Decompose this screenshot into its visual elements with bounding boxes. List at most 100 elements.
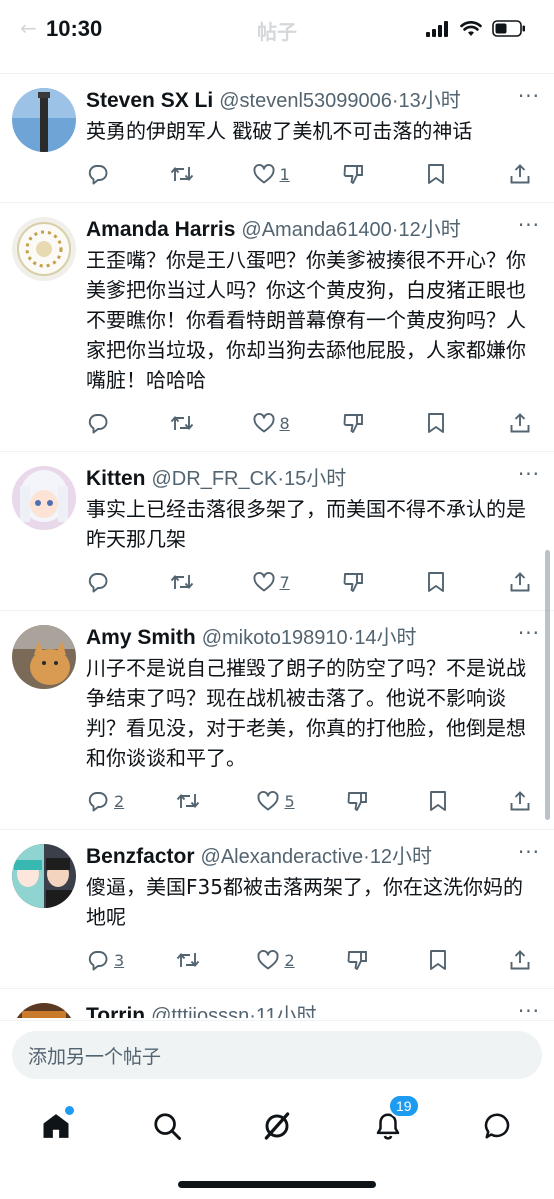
post-time[interactable]: 13小时 [399, 90, 461, 112]
bottom-nav: 19 [0, 1090, 554, 1199]
reply-button[interactable] [86, 411, 116, 435]
post-time[interactable]: 14小时 [354, 627, 416, 649]
post-time[interactable]: 11小时 [256, 1005, 317, 1018]
repost-icon [177, 794, 200, 808]
bookmark-button[interactable] [425, 411, 455, 435]
wifi-icon [460, 20, 482, 36]
home-indicator[interactable] [178, 1181, 376, 1188]
share-button[interactable] [508, 570, 538, 594]
bookmark-icon [429, 950, 446, 970]
more-options-icon[interactable]: ··· [518, 213, 540, 237]
like-icon [253, 163, 274, 184]
repost-button[interactable] [175, 789, 205, 813]
more-options-icon[interactable]: ··· [518, 840, 540, 864]
avatar[interactable] [12, 844, 76, 908]
author-handle[interactable]: @DR_FR_CK [152, 468, 278, 490]
like-button[interactable]: 5 [256, 789, 295, 813]
scrollbar[interactable] [545, 550, 550, 820]
avatar[interactable] [12, 1003, 76, 1018]
author-handle[interactable]: @Alexanderactive [201, 846, 364, 868]
handle-and-time: @DR_FR_CK·15小时 [152, 466, 347, 492]
post[interactable]: Torrin@tttjiosssn·11小时相反的吃狗粮的也急坏了··· [0, 989, 554, 1018]
share-button[interactable] [508, 162, 538, 186]
share-button[interactable] [508, 411, 538, 435]
author-handle[interactable]: @mikoto198910 [202, 627, 348, 649]
home-icon [43, 1114, 69, 1138]
like-button[interactable]: 7 [252, 570, 290, 594]
dislike-button[interactable] [342, 570, 372, 594]
dislike-icon [344, 414, 364, 433]
share-button[interactable] [508, 789, 538, 813]
bookmark-icon [428, 164, 445, 184]
nav-search[interactable] [145, 1104, 189, 1148]
nav-messages[interactable] [476, 1104, 520, 1148]
reply-button[interactable]: 2 [86, 789, 124, 813]
bookmark-button[interactable] [427, 948, 457, 972]
more-options-icon[interactable]: ··· [518, 999, 540, 1018]
reply-input[interactable]: 添加另一个帖子 [12, 1031, 542, 1079]
nav-grok[interactable] [255, 1104, 299, 1148]
share-icon [510, 572, 530, 592]
dislike-button[interactable] [342, 162, 372, 186]
post-time[interactable]: 15小时 [284, 468, 346, 490]
post-header: Benzfactor @Alexanderactive·12小时 [86, 844, 538, 870]
author-handle[interactable]: @Amanda61400 [241, 219, 391, 241]
action-bar: 1 [86, 146, 538, 202]
like-button[interactable]: 8 [252, 411, 290, 435]
reply-icon [88, 573, 108, 593]
bookmark-icon [429, 791, 446, 811]
avatar[interactable] [12, 625, 76, 689]
author-handle[interactable]: @tttjiosssn [151, 1005, 249, 1018]
like-icon [257, 949, 279, 970]
author-handle[interactable]: @stevenl53099006 [219, 90, 392, 112]
dislike-button[interactable] [346, 948, 376, 972]
dislike-button[interactable] [346, 789, 376, 813]
author-name[interactable]: Amy Smith [86, 625, 196, 651]
post[interactable]: Amy Smith @mikoto198910·14小时 川子不是说自己摧毁了朗子的… [0, 611, 554, 830]
post-body: Kitten @DR_FR_CK·15小时 事实上已经击落很多架了，而美国不得不承认… [86, 466, 538, 610]
more-options-icon[interactable]: ··· [518, 84, 540, 108]
reply-button[interactable] [86, 162, 116, 186]
author-name[interactable]: Kitten [86, 466, 146, 492]
repost-button[interactable] [169, 162, 199, 186]
reply-count: 2 [114, 791, 125, 811]
post[interactable]: Steven SX Li @stevenl53099006·13小时 英勇的伊朗军人… [0, 74, 554, 203]
repost-button[interactable] [169, 411, 199, 435]
bookmark-button[interactable] [425, 162, 455, 186]
nav-home[interactable] [34, 1104, 78, 1148]
repost-button[interactable] [175, 948, 205, 972]
reply-count: 3 [114, 950, 125, 970]
like-button[interactable]: 2 [256, 948, 295, 972]
author-name[interactable]: Torrin [86, 1003, 145, 1018]
handle-and-time: @stevenl53099006·13小时 [219, 88, 461, 114]
author-name[interactable]: Amanda Harris [86, 217, 235, 243]
post[interactable]: Amanda Harris @Amanda61400·12小时 王歪嘴？你是王八蛋吧… [0, 203, 554, 452]
nav-notifications[interactable]: 19 [366, 1094, 420, 1148]
avatar[interactable] [12, 217, 76, 281]
post[interactable]: Kitten @DR_FR_CK·15小时 事实上已经击落很多架了，而美国不得不承认… [0, 452, 554, 611]
bookmark-button[interactable] [425, 570, 455, 594]
status-time: 10:30 [46, 16, 103, 41]
more-options-icon[interactable]: ··· [518, 462, 540, 486]
reply-feed[interactable]: Steven SX Li @stevenl53099006·13小时 英勇的伊朗军人… [0, 74, 554, 1018]
bookmark-button[interactable] [427, 789, 457, 813]
more-options-icon[interactable]: ··· [518, 621, 540, 645]
reply-bar: 添加另一个帖子 [0, 1020, 554, 1090]
share-button[interactable] [508, 948, 538, 972]
author-name[interactable]: Steven SX Li [86, 88, 213, 114]
post-time[interactable]: 12小时 [398, 219, 460, 241]
post-text: 川子不是说自己摧毁了朗子的防空了吗？不是说战争结束了吗？现在战机被击落了。他说不… [86, 656, 526, 770]
post[interactable]: Benzfactor @Alexanderactive·12小时 傻逼，美国F35都… [0, 830, 554, 989]
reply-button[interactable] [86, 570, 116, 594]
avatar[interactable] [12, 466, 76, 530]
avatar[interactable] [12, 88, 76, 152]
handle-and-time: @tttjiosssn·11小时 [151, 1003, 317, 1018]
like-button[interactable]: 1 [252, 162, 290, 186]
dislike-button[interactable] [342, 411, 372, 435]
repost-button[interactable] [169, 570, 199, 594]
post-time[interactable]: 12小时 [370, 846, 432, 868]
author-name[interactable]: Benzfactor [86, 844, 195, 870]
repost-icon [170, 416, 193, 430]
signal-icon [426, 20, 448, 37]
reply-button[interactable]: 3 [86, 948, 124, 972]
